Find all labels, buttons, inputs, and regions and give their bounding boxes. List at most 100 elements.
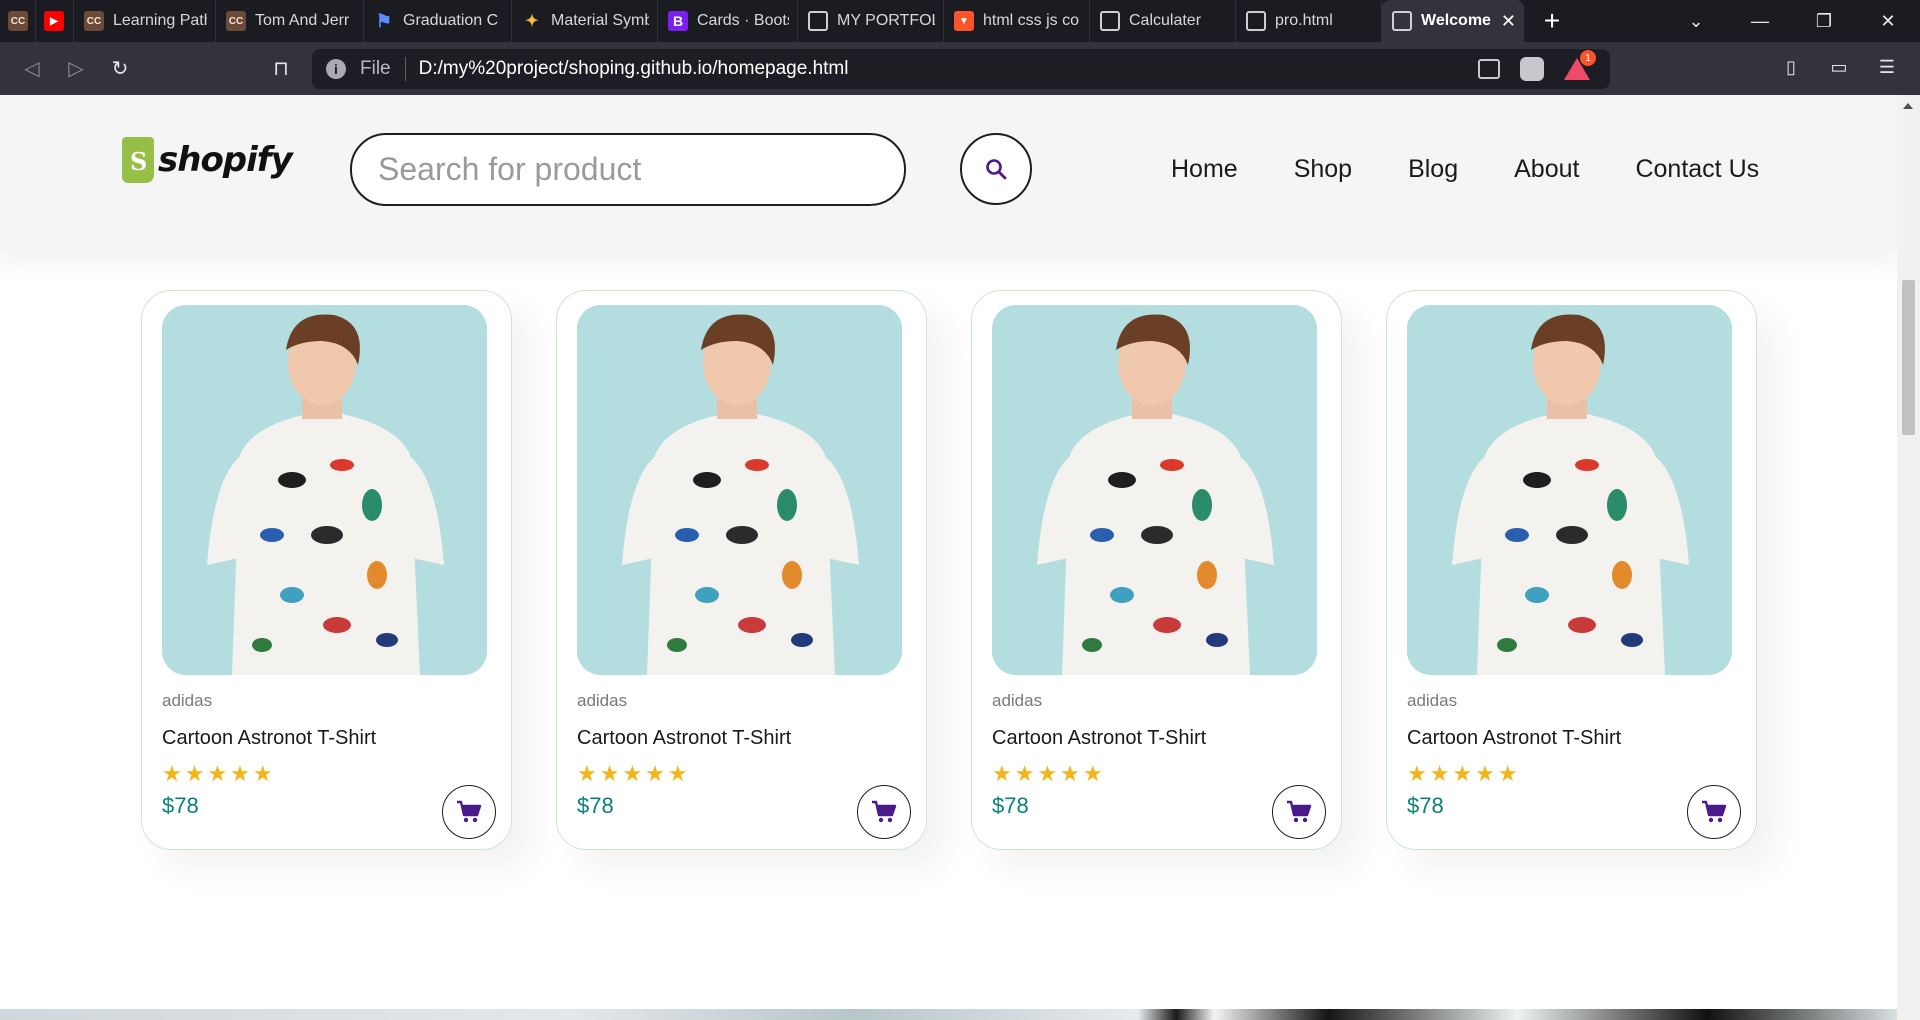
tab-graduation[interactable]: ⚑ Graduation C [364, 0, 512, 42]
product-image[interactable] [992, 305, 1317, 675]
tab-label: Welcome [1421, 12, 1491, 29]
back-button[interactable]: ◁ [10, 49, 54, 89]
tab-learning-path[interactable]: CC Learning Path [74, 0, 216, 42]
nav-blog[interactable]: Blog [1408, 155, 1458, 184]
cc-icon: CC [8, 11, 28, 31]
rating-stars: ★★★★★ [162, 761, 276, 786]
page-scrollbar[interactable] [1897, 95, 1920, 1020]
tab-tom-and-jerry[interactable]: CC Tom And Jerr [216, 0, 364, 42]
product-image[interactable] [577, 305, 902, 675]
search-input[interactable] [350, 133, 906, 206]
rating-stars: ★★★★★ [992, 761, 1106, 786]
info-icon[interactable]: i [326, 59, 346, 79]
browser-tab-strip: CC ▶ CC Learning Path CC Tom And Jerr ⚑ … [0, 0, 1920, 42]
shopping-cart-icon [1287, 800, 1312, 823]
restore-button[interactable]: ❐ [1792, 0, 1856, 42]
tab-search-chevron-icon[interactable]: ⌄ [1664, 0, 1728, 42]
nav-about[interactable]: About [1514, 155, 1579, 184]
material-symbols-icon: ✦ [525, 13, 539, 30]
search-icon [986, 159, 1007, 180]
bookmark-icon[interactable]: ⊓ [259, 49, 303, 89]
sidebar-toggle-icon[interactable]: ▯ [1772, 48, 1810, 86]
tab-html-css-js[interactable]: ▼ html css js co [944, 0, 1090, 42]
product-card[interactable]: adidas Cartoon Astronot T-Shirt ★★★★★ $7… [1386, 290, 1757, 850]
globe-icon [1100, 11, 1120, 31]
bootstrap-icon: B [668, 11, 688, 31]
page-viewport: shopify Home Shop Blog About Contact Us [0, 95, 1897, 1020]
logo-wordmark: shopify [158, 140, 293, 180]
address-bar-actions: 1 [1478, 50, 1596, 81]
globe-icon [1246, 11, 1266, 31]
shopping-cart-icon [1702, 800, 1727, 823]
wallet-icon[interactable]: ▭ [1820, 48, 1858, 86]
tab-welcome[interactable]: Welcome ✕ [1382, 0, 1524, 42]
address-scheme: File [360, 57, 406, 81]
tab-calculater[interactable]: Calculater [1090, 0, 1236, 42]
tab-label: Tom And Jerr [255, 12, 350, 29]
product-price: $78 [162, 793, 199, 818]
product-price: $78 [577, 793, 614, 818]
product-grid: adidas Cartoon Astronot T-Shirt ★★★★★ $7… [141, 290, 1757, 850]
menu-icon[interactable]: ☰ [1868, 48, 1906, 86]
tab-youtube[interactable]: ▶ [36, 0, 74, 42]
tab-label: Material Symb [551, 12, 649, 29]
rating-stars: ★★★★★ [1407, 761, 1521, 786]
minimize-button[interactable]: — [1728, 0, 1792, 42]
browser-toolbar: ◁ ▷ ↻ ⊓ i File D:/my%20project/shoping.g… [0, 42, 1920, 95]
nav-home[interactable]: Home [1171, 155, 1238, 184]
product-card[interactable]: adidas Cartoon Astronot T-Shirt ★★★★★ $7… [141, 290, 512, 850]
product-title[interactable]: Cartoon Astronot T-Shirt [1407, 727, 1621, 750]
product-title[interactable]: Cartoon Astronot T-Shirt [577, 727, 791, 750]
tab-portfolio[interactable]: MY PORTFOLI [798, 0, 944, 42]
tab-label: MY PORTFOLI [837, 12, 935, 29]
reload-button[interactable]: ↻ [98, 49, 142, 89]
add-to-cart-button[interactable] [1687, 785, 1741, 839]
nav-shop[interactable]: Shop [1294, 155, 1352, 184]
add-to-cart-button[interactable] [442, 785, 496, 839]
tab-cc[interactable]: CC [0, 0, 36, 42]
cc-icon: CC [84, 11, 104, 31]
product-card[interactable]: adidas Cartoon Astronot T-Shirt ★★★★★ $7… [971, 290, 1342, 850]
product-card[interactable]: adidas Cartoon Astronot T-Shirt ★★★★★ $7… [556, 290, 927, 850]
tab-label: Calculater [1129, 12, 1202, 29]
site-header: shopify Home Shop Blog About Contact Us [0, 95, 1897, 253]
tab-label: Cards · Bootst [697, 12, 789, 29]
address-url[interactable]: D:/my%20project/shoping.github.io/homepa… [419, 58, 849, 80]
tab-label: pro.html [1275, 12, 1333, 29]
globe-icon [808, 11, 828, 31]
scroll-up-arrow-icon[interactable] [1903, 103, 1913, 109]
tab-label: Graduation C [403, 12, 499, 29]
product-price: $78 [1407, 793, 1444, 818]
product-brand: adidas [577, 691, 628, 710]
tab-pro-html[interactable]: pro.html [1236, 0, 1382, 42]
product-brand: adidas [1407, 691, 1458, 710]
forward-button[interactable]: ▷ [54, 49, 98, 89]
tab-label: Learning Path [113, 12, 207, 29]
product-image[interactable] [1407, 305, 1732, 675]
search-button[interactable] [960, 133, 1032, 205]
tab-material-symbols[interactable]: ✦ Material Symb [512, 0, 658, 42]
product-image[interactable] [162, 305, 487, 675]
share-icon[interactable] [1478, 59, 1500, 79]
shopify-logo[interactable]: shopify [122, 137, 293, 183]
scrollbar-thumb[interactable] [1902, 280, 1915, 435]
close-window-button[interactable]: ✕ [1856, 0, 1920, 42]
brave-icon: ▼ [954, 11, 974, 31]
new-tab-button[interactable]: + [1524, 0, 1580, 42]
rating-stars: ★★★★★ [577, 761, 691, 786]
nav-contact-us[interactable]: Contact Us [1635, 155, 1759, 184]
globe-icon [1392, 11, 1412, 31]
main-nav: Home Shop Blog About Contact Us [1171, 155, 1759, 184]
product-title[interactable]: Cartoon Astronot T-Shirt [992, 727, 1206, 750]
tab-bootstrap-cards[interactable]: B Cards · Bootst [658, 0, 798, 42]
product-title[interactable]: Cartoon Astronot T-Shirt [162, 727, 376, 750]
shopping-cart-icon [872, 800, 897, 823]
brave-shields-icon[interactable] [1520, 57, 1544, 81]
address-bar[interactable]: i File D:/my%20project/shoping.github.io… [312, 49, 1610, 89]
shopping-bag-icon [122, 137, 154, 183]
close-tab-icon[interactable]: ✕ [1501, 11, 1516, 32]
add-to-cart-button[interactable] [857, 785, 911, 839]
add-to-cart-button[interactable] [1272, 785, 1326, 839]
brave-rewards-icon[interactable]: 1 [1564, 50, 1596, 80]
browser-extras: ▯ ▭ ☰ [1772, 48, 1920, 86]
